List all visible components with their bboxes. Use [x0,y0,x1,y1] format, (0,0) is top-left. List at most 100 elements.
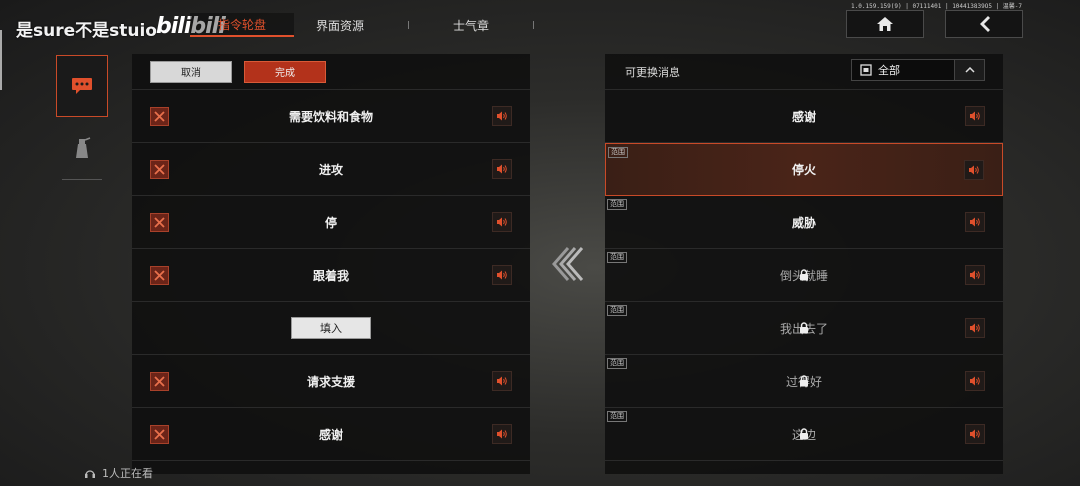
remove-button[interactable] [150,160,169,179]
play-voice-button[interactable] [492,371,512,391]
message-label-wrap: 威胁 [792,214,816,231]
version-label: 1.0.159.159(9) | 07111401 | 104413839O5 … [851,3,1022,10]
move-left-arrows[interactable] [548,244,584,288]
speaker-icon [970,217,980,227]
play-voice-button[interactable] [492,212,512,232]
message-row[interactable]: 感谢 [605,90,1003,143]
message-row[interactable]: 范围这边 [605,408,1003,461]
lock-icon [799,375,808,387]
left-edge-line [0,30,2,90]
play-voice-button[interactable] [492,424,512,444]
remove-button[interactable] [150,107,169,126]
play-voice-button[interactable] [965,212,985,232]
play-voice-button[interactable] [964,160,984,180]
tab-divider [408,21,410,29]
range-badge: 范围 [608,147,628,158]
message-row[interactable]: 范围威胁 [605,196,1003,249]
back-button[interactable] [945,10,1023,38]
slot-label: 停 [324,215,337,230]
wheel-slot-row[interactable]: 进攻 [132,143,530,196]
wheel-slot-row[interactable]: 停 [132,196,530,249]
message-label-wrap: 倒头就睡 [780,267,828,284]
tab-ui-resources[interactable]: 界面资源 [294,13,386,37]
range-badge: 范围 [607,358,627,369]
message-label-wrap: 停火 [792,161,816,178]
range-badge: 范围 [607,199,627,210]
panel-title: 可更换消息 [625,65,680,79]
home-button[interactable] [846,10,924,38]
lock-icon [799,428,808,440]
play-voice-button[interactable] [965,265,985,285]
filter-icon [860,64,872,76]
top-tabs: 指令轮盘 界面资源 士气章 [190,13,556,37]
speaker-icon [497,164,507,174]
play-voice-button[interactable] [965,424,985,444]
tab-command-wheel[interactable]: 指令轮盘 [190,13,294,37]
play-voice-button[interactable] [492,265,512,285]
back-icon [980,16,990,32]
remove-button[interactable] [150,425,169,444]
wheel-slot-row[interactable]: 需要饮料和食物 [132,90,530,143]
sidebar-item-chat[interactable] [56,55,108,117]
close-icon [154,270,165,281]
play-voice-button[interactable] [492,159,512,179]
slot-label: 进攻 [318,162,343,177]
message-label-wrap: 我出去了 [780,320,828,337]
wheel-slot-row[interactable]: 跟着我 [132,249,530,302]
message-row[interactable]: 范围过得好 [605,355,1003,408]
play-voice-button[interactable] [965,106,985,126]
play-voice-button[interactable] [965,371,985,391]
message-row[interactable]: 范围停火 [605,143,1003,196]
message-row[interactable]: 范围倒头就睡 [605,249,1003,302]
filter-dropdown[interactable]: 全部 [851,59,985,81]
category-sidebar [56,55,108,180]
tab-divider [533,21,535,29]
close-icon [154,376,165,387]
speaker-icon [970,376,980,386]
right-panel-header: 可更换消息 全部 [605,54,1003,90]
speaker-icon [497,429,507,439]
range-badge: 范围 [607,305,627,316]
cancel-button[interactable]: 取消 [150,60,232,83]
remove-button[interactable] [150,266,169,285]
grenade-icon [76,137,91,158]
remove-button[interactable] [150,213,169,232]
wheel-slot-row[interactable]: 请求支援 [132,355,530,408]
slot-label: 跟着我 [312,268,349,283]
viewer-count: 1人正在看 [84,465,153,481]
speaker-icon [497,217,507,227]
sidebar-divider [62,179,102,180]
speaker-icon [497,376,507,386]
fill-button[interactable]: 填入 [291,317,371,339]
speaker-icon [969,165,979,175]
slot-label: 请求支援 [306,374,355,389]
message-label-wrap: 这边 [792,426,816,443]
watermark-text: 是sure不是stuio [16,21,157,41]
slot-label: 感谢 [318,427,343,442]
fill-slot-row[interactable]: 填入 [132,302,530,355]
lock-icon [799,269,808,281]
speaker-icon [497,270,507,280]
speaker-icon [497,111,507,121]
done-button[interactable]: 完成 [244,60,326,83]
play-voice-button[interactable] [492,106,512,126]
range-badge: 范围 [607,252,627,263]
close-icon [154,429,165,440]
lock-icon [799,322,808,334]
speaker-icon [970,111,980,121]
sidebar-item-grenade[interactable] [56,117,108,179]
message-row[interactable]: 范围我出去了 [605,302,1003,355]
slot-label: 需要饮料和食物 [288,109,373,124]
viewer-count-text: 1人正在看 [102,467,153,480]
speaker-icon [970,270,980,280]
chevron-up-icon [954,60,984,80]
play-voice-button[interactable] [965,318,985,338]
wheel-slots-panel: 取消 完成 需要饮料和食物 进攻停跟着我填入请求支援感谢 [132,54,530,474]
message-label: 威胁 [791,215,816,230]
tab-morale-badge[interactable]: 士气章 [431,13,511,37]
double-chevron-left-icon [552,247,584,281]
message-label: 感谢 [791,109,816,124]
remove-button[interactable] [150,372,169,391]
wheel-slot-row[interactable]: 感谢 [132,408,530,461]
filter-value: 全部 [878,64,900,77]
